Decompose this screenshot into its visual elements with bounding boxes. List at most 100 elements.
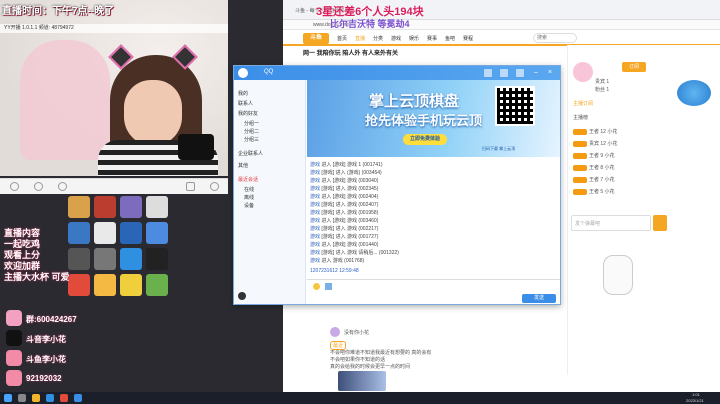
nav-games[interactable]: 游戏 <box>391 35 401 42</box>
app-icon[interactable] <box>146 274 168 296</box>
rank-badge <box>573 140 587 147</box>
qq-side-item[interactable]: 最近会话 <box>238 176 258 183</box>
close-icon[interactable]: × <box>548 69 556 77</box>
msg-user: 游戏 <box>310 162 321 168</box>
rank-label: 贵宾 12 小花 <box>589 141 618 147</box>
douyu-logo[interactable]: 斗鱼 <box>303 33 329 44</box>
app-icon[interactable] <box>60 394 68 402</box>
emoji-icon[interactable] <box>313 283 320 290</box>
webcam-controls <box>0 178 228 194</box>
search-input[interactable] <box>533 33 577 43</box>
anchor-avatar[interactable] <box>573 62 593 82</box>
clock-time[interactable]: 1:01 <box>692 392 700 397</box>
qq-side-item[interactable]: 我的好友 <box>238 110 258 117</box>
mic-toggle-icon[interactable] <box>10 182 19 191</box>
nav-schedule[interactable]: 赛程 <box>463 35 473 42</box>
app-icon[interactable] <box>120 196 142 218</box>
overlay-line: 直播内容 <box>4 228 41 238</box>
edge-icon[interactable] <box>46 394 54 402</box>
chat-message: 游戏 [游戏] 进入 游戏 (002345) <box>310 185 378 192</box>
rank-row: 王者 12 小花 <box>573 128 617 135</box>
qq-side-item[interactable]: 在线 <box>244 186 254 193</box>
ad-cta-button[interactable]: 立即免费体验 <box>403 134 447 145</box>
chat-message: 游戏 [游戏] 进入 游戏 (002217) <box>310 225 378 232</box>
app-icon[interactable] <box>146 222 168 244</box>
qq-avatar[interactable] <box>238 68 248 78</box>
subscribe-button[interactable]: 订阅 <box>622 62 646 72</box>
app-icon[interactable] <box>94 196 116 218</box>
qq-side-item[interactable]: 离线 <box>244 194 254 201</box>
camera-icon[interactable] <box>186 182 195 191</box>
danmu-placeholder: 发个弹幕吧 <box>575 221 601 227</box>
chat-message: 游戏 [游戏] 进入 游戏 (002407) <box>310 201 378 208</box>
rank-header[interactable]: 主播订阅 <box>573 100 593 107</box>
chat-message: 游戏 [游戏] 进入 游戏 (001727) <box>310 233 378 240</box>
msg-text: [游戏] 进入 游戏 (001727) <box>321 234 379 240</box>
send-danmu-button[interactable] <box>653 215 667 231</box>
rank-badge <box>573 176 587 183</box>
windows-start-icon[interactable] <box>4 394 12 402</box>
qq-side-item[interactable]: 联系人 <box>238 100 253 107</box>
qq-side-item[interactable]: 设备 <box>244 202 254 209</box>
msg-user: 游戏 <box>310 258 321 264</box>
qq-ad-banner[interactable]: 掌上云顶棋盘 抢先体验手机玩云顶 立即免费体验 扫码下载 掌上云顶 <box>307 80 560 157</box>
notepad-icon[interactable] <box>146 196 168 218</box>
qq-side-item[interactable]: 分组三 <box>244 136 259 143</box>
app-icon[interactable] <box>146 248 168 270</box>
feed-line: 不会吧你难道不知道我最近有想要的 真的会有 <box>330 350 432 356</box>
group-icon <box>6 310 22 326</box>
msg-text: 进入 [游戏] 游戏 (003040) <box>321 178 379 184</box>
contact-stickers: 群:600424267 斗音李小花 斗鱼李小花 92192032 <box>6 310 106 390</box>
chat-message: 游戏 [游戏] 进入 游戏 (001958) <box>310 209 378 216</box>
qq-icon[interactable] <box>74 394 82 402</box>
chat-message: 游戏 进入 [游戏] 游戏 1 (001741) <box>310 161 383 168</box>
msg-text: [游戏] 进入 游戏 (001958) <box>321 210 379 216</box>
msg-text: 进入 [游戏] 游戏 (003460) <box>321 218 379 224</box>
qq-side-item[interactable]: 分组二 <box>244 128 259 135</box>
yy-info-bar: YY开播 1.0.1.1 频道: 48794972 <box>0 24 228 33</box>
rank-row: 贵宾 12 小花 <box>573 140 617 147</box>
qq-status-icon[interactable] <box>238 292 246 300</box>
qq-tool-icon[interactable] <box>500 69 508 77</box>
search-icon[interactable] <box>18 394 26 402</box>
contact-number: 92192032 <box>26 374 62 383</box>
minimize-icon[interactable]: – <box>534 69 542 77</box>
qq-side-item[interactable]: 我的 <box>238 90 248 97</box>
settings-icon[interactable] <box>58 182 67 191</box>
image-icon[interactable] <box>325 283 332 290</box>
rank-row: 王者 5 小花 <box>573 188 615 195</box>
rank-row: 王者 8 小花 <box>573 164 615 171</box>
feed-image[interactable] <box>338 371 386 391</box>
fullscreen-icon[interactable] <box>210 182 219 191</box>
pig-icon <box>6 350 22 366</box>
send-button[interactable]: 发送 <box>522 294 556 303</box>
msg-user: 游戏 <box>310 194 321 200</box>
qq-tool-icon[interactable] <box>516 69 524 77</box>
overlay-line: 观看上分 <box>4 250 41 260</box>
stream-time-text: 直播时间：下午7点--晚了 <box>2 6 115 17</box>
rank-row: 粉丝 1 <box>595 87 610 93</box>
speaker-toggle-icon[interactable] <box>34 182 43 191</box>
rank-row: 王者 7 小花 <box>573 176 615 183</box>
qq-side-item[interactable]: 其他 <box>238 162 248 169</box>
qq-tool-icon[interactable] <box>484 69 492 77</box>
nav-home[interactable]: 首页 <box>337 35 347 42</box>
clock-date[interactable]: 2023/1/21 <box>686 398 704 403</box>
pig-icon <box>6 370 22 386</box>
contact-douyu: 斗鱼李小花 <box>26 355 66 364</box>
qq-side-item[interactable]: 企业联系人 <box>238 150 263 157</box>
nav-esports[interactable]: 赛事 <box>427 35 437 42</box>
rank-header[interactable]: 主播榜 <box>573 114 588 121</box>
nav-yuba[interactable]: 鱼吧 <box>445 35 455 42</box>
site-header <box>283 30 720 46</box>
nav-live[interactable]: 直播 <box>355 35 365 42</box>
nav-entertainment[interactable]: 娱乐 <box>409 35 419 42</box>
folder-icon[interactable] <box>32 394 40 402</box>
feed-user[interactable]: 没有你小花 <box>344 329 369 336</box>
overlay-line: 主播大水杯 可爱 <box>4 272 70 282</box>
qq-side-item[interactable]: 分组一 <box>244 120 259 127</box>
nav-category[interactable]: 分类 <box>373 35 383 42</box>
pubg-icon[interactable] <box>68 196 90 218</box>
event-banner[interactable] <box>677 80 711 106</box>
danmu-input[interactable]: 发个弹幕吧 <box>571 215 651 231</box>
